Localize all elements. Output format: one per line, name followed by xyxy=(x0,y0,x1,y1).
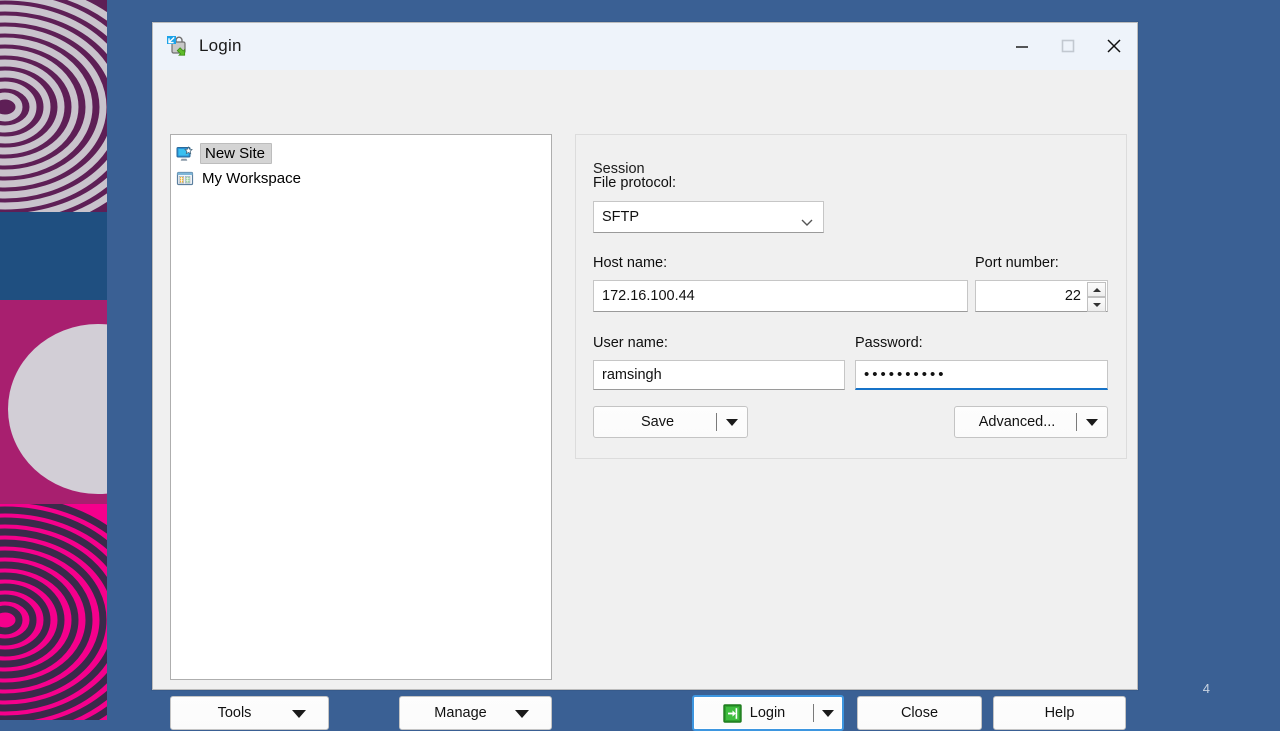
slide-number: 4 xyxy=(1202,681,1210,696)
help-button[interactable]: Help xyxy=(993,696,1126,730)
password-input[interactable]: •••••••••• xyxy=(855,360,1108,390)
manage-button[interactable]: Manage xyxy=(399,696,552,730)
login-split-separator xyxy=(813,704,814,722)
user-name-input[interactable]: ramsingh xyxy=(593,360,845,390)
password-label: Password: xyxy=(855,335,923,351)
close-button-label: Close xyxy=(900,705,939,721)
triangle-down-icon xyxy=(1092,302,1101,307)
host-name-input[interactable]: 172.16.100.44 xyxy=(593,280,968,312)
concentric-rings-light-icon xyxy=(0,0,107,212)
file-protocol-label: File protocol: xyxy=(593,175,677,191)
dialog-title: Login xyxy=(199,36,242,55)
advanced-split-separator xyxy=(1076,413,1077,431)
deco-block-magenta xyxy=(0,300,107,504)
slide-decoration xyxy=(0,0,107,720)
port-number-label: Port number: xyxy=(975,255,1059,271)
login-dropdown-caret-icon[interactable] xyxy=(822,710,834,717)
help-button-label: Help xyxy=(1044,705,1075,721)
login-dialog: Login New Site My Workspace Session File… xyxy=(152,22,1138,731)
file-protocol-value: SFTP xyxy=(602,209,640,225)
window-controls xyxy=(999,23,1137,68)
workspace-icon xyxy=(176,171,194,187)
triangle-up-icon xyxy=(1092,287,1101,292)
save-dropdown-caret-icon[interactable] xyxy=(726,419,738,426)
close-icon[interactable] xyxy=(1091,23,1137,68)
save-split-separator xyxy=(716,413,717,431)
chevron-down-icon xyxy=(801,214,813,226)
host-name-value: 172.16.100.44 xyxy=(602,288,695,304)
advanced-button[interactable]: Advanced... xyxy=(954,406,1108,438)
user-name-label: User name: xyxy=(593,335,668,351)
password-value: •••••••••• xyxy=(864,366,947,383)
winscp-login-icon xyxy=(165,34,189,58)
maximize-icon[interactable] xyxy=(1045,23,1091,68)
tools-button[interactable]: Tools xyxy=(170,696,329,730)
port-number-stepper[interactable] xyxy=(1087,282,1106,312)
port-number-value: 22 xyxy=(1064,288,1081,304)
user-name-value: ramsingh xyxy=(602,367,662,383)
login-button-label: Login xyxy=(749,705,786,721)
port-increment-button[interactable] xyxy=(1087,282,1106,297)
deco-block-pink xyxy=(0,504,107,720)
manage-dropdown-caret-icon xyxy=(515,710,529,718)
new-site-icon xyxy=(176,145,194,162)
file-protocol-select[interactable]: SFTP xyxy=(593,201,824,233)
close-button[interactable]: Close xyxy=(857,696,982,730)
manage-button-label: Manage xyxy=(434,705,487,721)
tools-button-label: Tools xyxy=(217,705,252,721)
sidebar-item-label: New Site xyxy=(200,143,273,164)
deco-block-blue xyxy=(0,212,107,300)
dialog-title-bar[interactable]: Login xyxy=(153,23,1137,70)
dialog-body: New Site My Workspace Session File proto… xyxy=(153,70,1137,731)
deco-block-purple xyxy=(0,0,107,212)
sidebar-item-label: My Workspace xyxy=(202,170,301,187)
concentric-rings-dark-icon xyxy=(0,504,107,720)
sidebar-item-new-site[interactable]: New Site xyxy=(171,141,551,166)
advanced-dropdown-caret-icon[interactable] xyxy=(1086,419,1098,426)
port-decrement-button[interactable] xyxy=(1087,297,1106,312)
site-tree[interactable]: New Site My Workspace xyxy=(170,134,552,680)
deco-ellipse xyxy=(8,324,107,494)
minimize-icon[interactable] xyxy=(999,23,1045,68)
login-button[interactable]: Login xyxy=(692,695,844,731)
sidebar-item-my-workspace[interactable]: My Workspace xyxy=(171,166,551,191)
save-button[interactable]: Save xyxy=(593,406,748,438)
advanced-button-label: Advanced... xyxy=(978,414,1056,430)
port-number-input[interactable]: 22 xyxy=(975,280,1108,312)
save-button-label: Save xyxy=(640,414,675,430)
tools-dropdown-caret-icon xyxy=(292,710,306,718)
host-name-label: Host name: xyxy=(593,255,668,271)
